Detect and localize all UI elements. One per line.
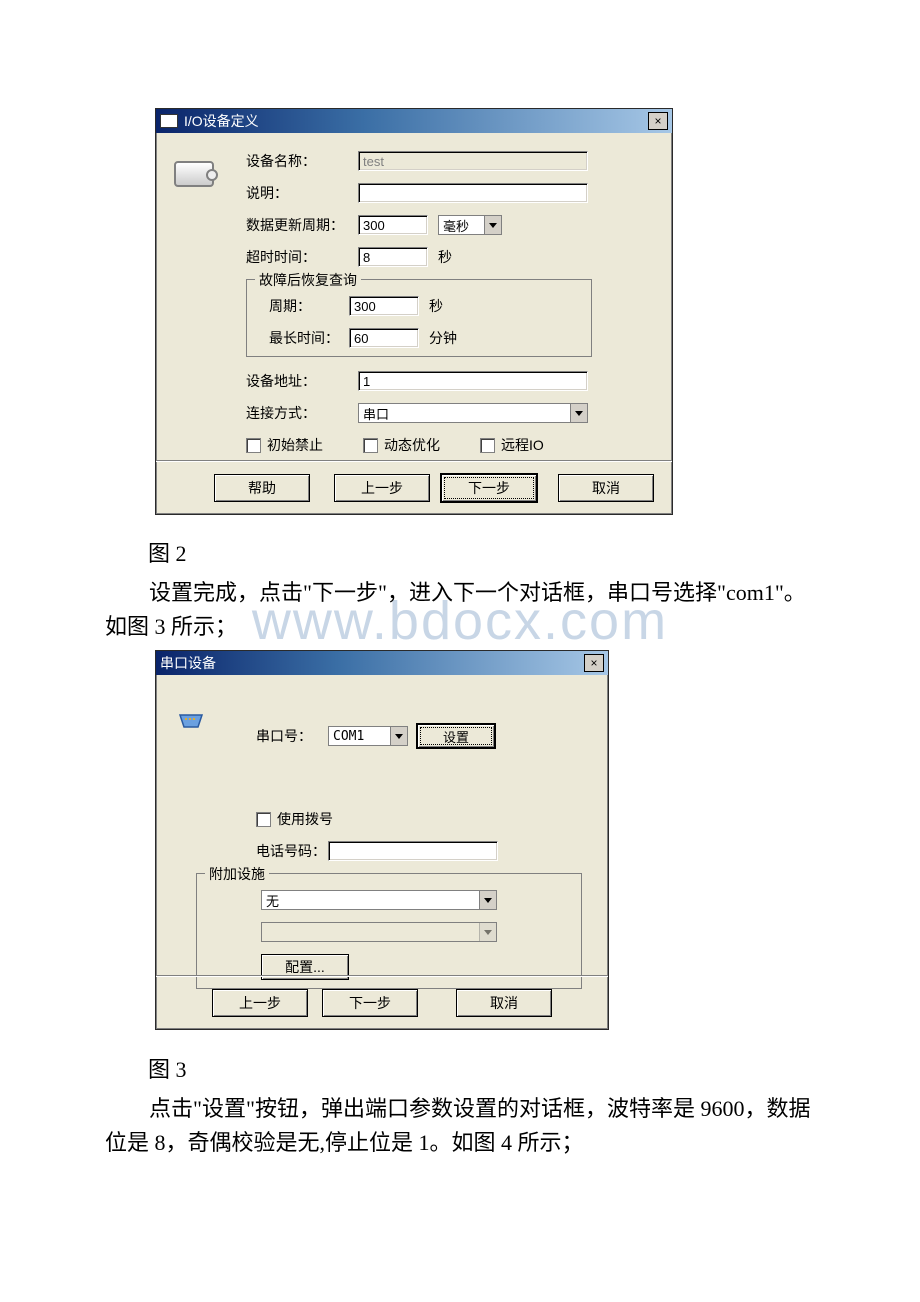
- checkbox-icon: [246, 438, 261, 453]
- use-dial-checkbox[interactable]: 使用拨号: [256, 809, 333, 829]
- timeout-input[interactable]: [358, 247, 428, 267]
- com-port-value: COM1: [329, 729, 390, 744]
- paragraph-1: 设置完成，点击"下一步"，进入下一个对话框，串口号选择"com1"。如图 3 所…: [105, 576, 825, 644]
- window-title: 串口设备: [160, 653, 216, 673]
- group-recover-title: 故障后恢复查询: [255, 270, 361, 290]
- connect-value: 串口: [359, 404, 570, 423]
- label-cycle: 周期：: [269, 296, 349, 316]
- serial-port-icon: [176, 709, 206, 735]
- help-button[interactable]: 帮助: [214, 474, 310, 502]
- dyn-opt-label: 动态优化: [384, 435, 440, 455]
- serial-device-dialog: 串口设备 × 串口号： COM1: [155, 650, 609, 1030]
- update-period-input[interactable]: [358, 215, 428, 235]
- label-phone: 电话号码：: [256, 841, 328, 861]
- checkbox-icon: [363, 438, 378, 453]
- max-time-unit: 分钟: [429, 328, 457, 348]
- next-button[interactable]: 下一步: [322, 989, 418, 1017]
- cycle-unit: 秒: [429, 296, 443, 316]
- label-address: 设备地址：: [246, 371, 358, 391]
- init-disable-label: 初始禁止: [267, 435, 323, 455]
- extra-select-2: [261, 922, 497, 942]
- chevron-down-icon: [390, 727, 407, 745]
- group-extra-title: 附加设施: [205, 864, 269, 884]
- dyn-opt-checkbox[interactable]: 动态优化: [363, 435, 440, 455]
- device-name-input[interactable]: [358, 151, 588, 171]
- close-button[interactable]: ×: [648, 112, 668, 130]
- update-unit-select[interactable]: 毫秒: [438, 215, 502, 235]
- cancel-button[interactable]: 取消: [558, 474, 654, 502]
- connect-select[interactable]: 串口: [358, 403, 588, 423]
- use-dial-label: 使用拨号: [277, 809, 333, 829]
- extra-select-1[interactable]: 无: [261, 890, 497, 910]
- address-input[interactable]: [358, 371, 588, 391]
- label-connect: 连接方式：: [246, 403, 358, 423]
- remote-io-label: 远程IO: [501, 435, 544, 455]
- remote-io-checkbox[interactable]: 远程IO: [480, 435, 544, 455]
- label-device-name: 设备名称：: [246, 151, 358, 171]
- window-title: I/O设备定义: [184, 111, 259, 131]
- label-update-period: 数据更新周期：: [246, 215, 358, 235]
- label-max-time: 最长时间：: [269, 328, 349, 348]
- com-port-select[interactable]: COM1: [328, 726, 408, 746]
- titlebar: 串口设备 ×: [156, 651, 608, 675]
- io-device-dialog: I/O设备定义 × 设备名称： 说明： 数据更新周期：: [155, 108, 673, 515]
- init-disable-checkbox[interactable]: 初始禁止: [246, 435, 323, 455]
- chevron-down-icon: [479, 891, 496, 909]
- label-timeout: 超时时间：: [246, 247, 358, 267]
- extra-select-1-value: 无: [262, 891, 479, 910]
- max-time-input[interactable]: [349, 328, 419, 348]
- titlebar: I/O设备定义 ×: [156, 109, 672, 133]
- cancel-button[interactable]: 取消: [456, 989, 552, 1017]
- prev-button[interactable]: 上一步: [334, 474, 430, 502]
- close-button[interactable]: ×: [584, 654, 604, 672]
- checkbox-icon: [256, 812, 271, 827]
- phone-input[interactable]: [328, 841, 498, 861]
- figure-caption-3: 图 3: [148, 1052, 187, 1084]
- desc-input[interactable]: [358, 183, 588, 203]
- label-desc: 说明：: [246, 183, 358, 203]
- figure-caption-2: 图 2: [148, 536, 187, 568]
- update-unit-value: 毫秒: [439, 216, 484, 235]
- label-com-port: 串口号：: [256, 726, 328, 746]
- checkbox-icon: [480, 438, 495, 453]
- window-icon: [160, 114, 178, 128]
- chevron-down-icon: [570, 404, 587, 422]
- timeout-unit: 秒: [438, 247, 452, 267]
- device-icon: [174, 161, 214, 187]
- settings-button[interactable]: 设置: [416, 723, 496, 749]
- paragraph-2: 点击"设置"按钮，弹出端口参数设置的对话框，波特率是 9600，数据位是 8，奇…: [105, 1092, 825, 1160]
- chevron-down-icon: [479, 923, 496, 941]
- next-button[interactable]: 下一步: [440, 473, 538, 503]
- chevron-down-icon: [484, 216, 501, 234]
- prev-button[interactable]: 上一步: [212, 989, 308, 1017]
- cycle-input[interactable]: [349, 296, 419, 316]
